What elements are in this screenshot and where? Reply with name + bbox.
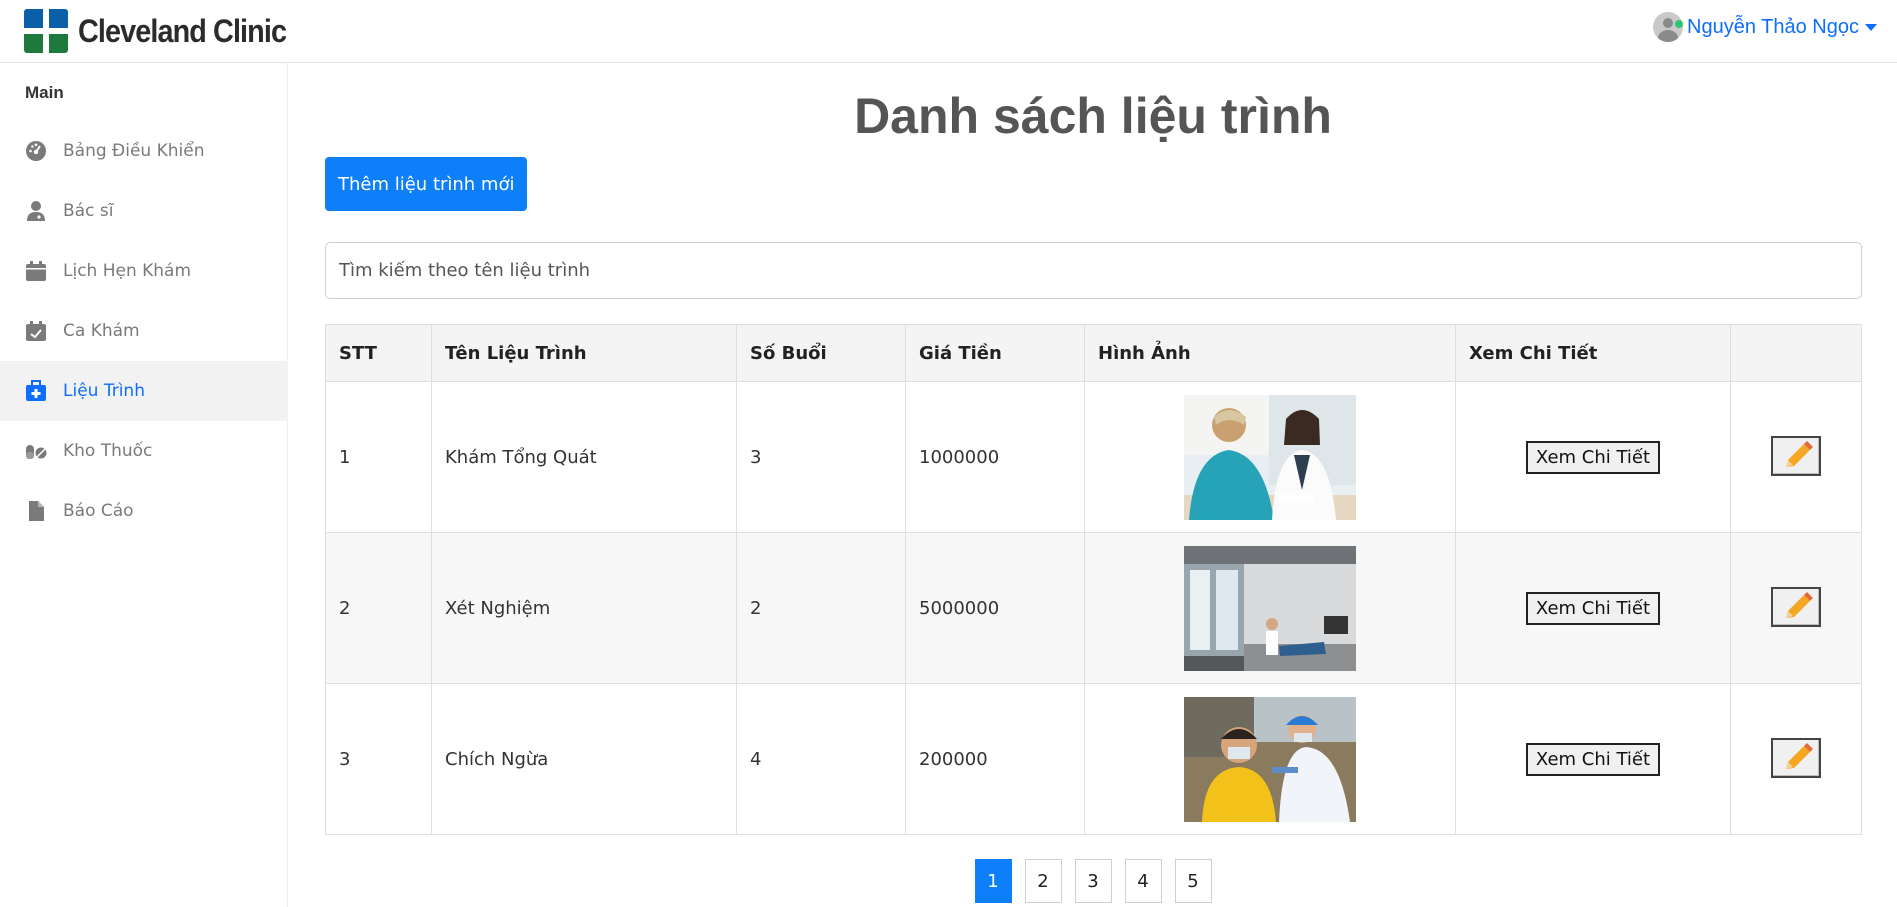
cell-image [1084, 381, 1456, 533]
treatments-table: STT Tên Liệu Trình Số Buổi Giá Tiền Hình… [325, 324, 1862, 835]
edit-button[interactable] [1771, 435, 1821, 476]
search-input[interactable]: Tìm kiếm theo tên liệu trình [325, 242, 1862, 299]
doctor-consultation-photo [1184, 394, 1356, 520]
lab-room-photo [1184, 545, 1356, 671]
pills-icon [25, 440, 47, 462]
sidebar-item-label: Bảng Điều Khiển [63, 141, 205, 161]
page-button-2[interactable]: 2 [1024, 859, 1062, 903]
pencil-icon [1786, 591, 1813, 618]
sidebar-item-reports[interactable]: Báo Cáo [0, 481, 288, 541]
cell-name: Chích Ngừa [431, 683, 737, 835]
brand-logo[interactable]: Cleveland Clinic [24, 9, 309, 53]
column-header-actions [1730, 324, 1862, 382]
sidebar-item-label: Kho Thuốc [63, 441, 153, 461]
cell-stt: 2 [325, 532, 432, 684]
cell-detail: Xem Chi Tiết [1455, 532, 1731, 684]
sidebar-item-dashboard[interactable]: Bảng Điều Khiển [0, 121, 288, 181]
brand-name: Cleveland Clinic [78, 12, 287, 49]
table-header-row: STT Tên Liệu Trình Số Buổi Giá Tiền Hình… [325, 324, 1862, 382]
column-header-detail: Xem Chi Tiết [1455, 324, 1731, 382]
cell-stt: 1 [325, 381, 432, 533]
cell-sessions: 4 [736, 683, 906, 835]
sidebar-item-doctors[interactable]: Bác sĩ [0, 181, 288, 241]
cell-name: Khám Tổng Quát [431, 381, 737, 533]
cell-stt: 3 [325, 683, 432, 835]
sidebar-item-label: Lịch Hẹn Khám [63, 261, 192, 281]
cell-actions [1730, 532, 1862, 684]
calendar-check-icon [25, 320, 47, 342]
online-status-icon [1675, 20, 1684, 28]
cell-actions [1730, 683, 1862, 835]
table-row: 1 Khám Tổng Quát 3 1000000 Xem Chi Tiết [325, 381, 1862, 533]
view-detail-button[interactable]: Xem Chi Tiết [1525, 440, 1661, 474]
pencil-icon [1786, 440, 1813, 467]
page-button-4[interactable]: 4 [1124, 859, 1162, 903]
clinic-logo-icon [24, 9, 68, 53]
chevron-down-icon[interactable] [1865, 23, 1877, 31]
cell-price: 200000 [905, 683, 1085, 835]
cell-name: Xét Nghiệm [431, 532, 737, 684]
edit-button[interactable] [1771, 737, 1821, 778]
cell-detail: Xem Chi Tiết [1455, 683, 1731, 835]
sidebar-item-shifts[interactable]: Ca Khám [0, 301, 288, 361]
cell-sessions: 3 [736, 381, 906, 533]
pencil-icon [1786, 742, 1813, 769]
sidebar-item-label: Ca Khám [63, 321, 140, 341]
page-button-5[interactable]: 5 [1174, 859, 1212, 903]
medical-kit-icon [25, 380, 47, 402]
sidebar-item-label: Liệu Trình [63, 381, 145, 401]
sidebar-item-label: Báo Cáo [63, 501, 134, 521]
sidebar: Main Bảng Điều Khiển Bác sĩ Lịch Hẹn Khá… [0, 63, 288, 907]
cell-price: 5000000 [905, 532, 1085, 684]
sidebar-item-label: Bác sĩ [63, 201, 114, 221]
add-treatment-button[interactable]: Thêm liệu trình mới [325, 157, 528, 211]
user-name[interactable]: Nguyễn Thảo Ngọc [1687, 16, 1859, 39]
doctor-icon [25, 200, 47, 222]
pagination: 1 2 3 4 5 [289, 859, 1897, 903]
column-header-sessions: Số Buổi [736, 324, 906, 382]
cell-image [1084, 683, 1456, 835]
cell-sessions: 2 [736, 532, 906, 684]
view-detail-button[interactable]: Xem Chi Tiết [1525, 742, 1661, 776]
edit-button[interactable] [1771, 586, 1821, 627]
column-header-stt: STT [325, 324, 432, 382]
sidebar-item-treatments[interactable]: Liệu Trình [0, 361, 288, 421]
top-bar: Cleveland Clinic Nguyễn Thảo Ngọc [0, 0, 1897, 63]
user-menu[interactable]: Nguyễn Thảo Ngọc [1653, 12, 1877, 42]
sidebar-section-title: Main [25, 83, 64, 102]
table-row: 2 Xét Nghiệm 2 5000000 Xem Chi Tiết [325, 532, 1862, 684]
file-icon [25, 500, 47, 522]
column-header-price: Giá Tiền [905, 324, 1085, 382]
sidebar-item-appointments[interactable]: Lịch Hẹn Khám [0, 241, 288, 301]
page-button-3[interactable]: 3 [1074, 859, 1112, 903]
cell-price: 1000000 [905, 381, 1085, 533]
dashboard-icon [25, 140, 47, 162]
cell-image [1084, 532, 1456, 684]
sidebar-item-pharmacy[interactable]: Kho Thuốc [0, 421, 288, 481]
page-button-1[interactable]: 1 [974, 859, 1012, 903]
column-header-image: Hình Ảnh [1084, 324, 1456, 382]
calendar-icon [25, 260, 47, 282]
vaccination-photo [1184, 696, 1356, 822]
column-header-name: Tên Liệu Trình [431, 324, 737, 382]
main-content: Danh sách liệu trình Thêm liệu trình mới… [289, 63, 1897, 907]
table-row: 3 Chích Ngừa 4 200000 Xem Chi Tiết [325, 683, 1862, 835]
cell-actions [1730, 381, 1862, 533]
page-title: Danh sách liệu trình [854, 88, 1332, 144]
cell-detail: Xem Chi Tiết [1455, 381, 1731, 533]
view-detail-button[interactable]: Xem Chi Tiết [1525, 591, 1661, 625]
